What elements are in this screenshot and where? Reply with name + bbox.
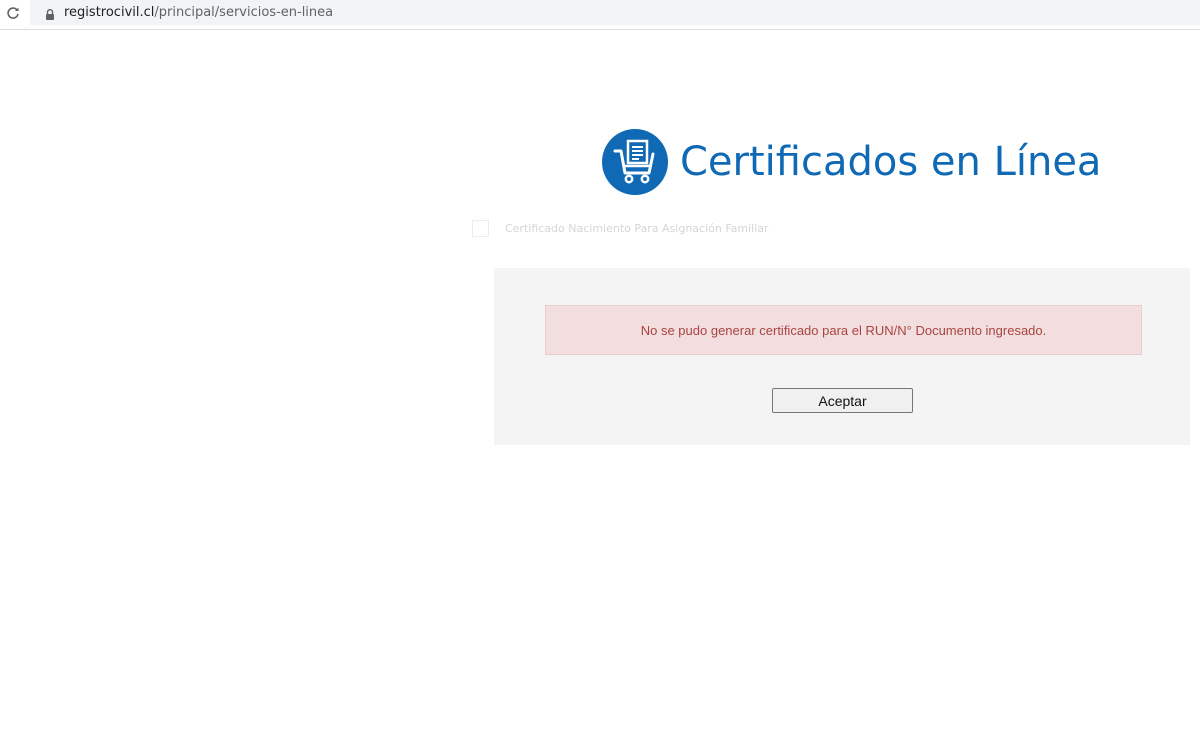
page-title: Certificados en Línea	[680, 139, 1102, 185]
url-domain: registrocivil.cl	[64, 5, 155, 20]
certificate-checkbox[interactable]	[472, 220, 489, 237]
error-message: No se pudo generar certificado para el R…	[640, 322, 1047, 338]
reload-icon[interactable]	[4, 4, 22, 22]
page-header: Certificados en Línea	[602, 129, 1101, 195]
browser-toolbar: registrocivil.cl/principal/servicios-en-…	[0, 0, 1200, 30]
shopping-cart-document-icon	[602, 129, 668, 195]
accept-button[interactable]: Aceptar	[772, 388, 913, 413]
address-bar[interactable]: registrocivil.cl/principal/servicios-en-…	[30, 0, 1200, 25]
error-alert: No se pudo generar certificado para el R…	[545, 305, 1142, 355]
error-dialog: No se pudo generar certificado para el R…	[494, 268, 1190, 445]
certificate-option: Certificado Nacimiento Para Asignación F…	[472, 220, 769, 237]
url-text: registrocivil.cl/principal/servicios-en-…	[64, 5, 333, 20]
url-path: /principal/servicios-en-linea	[154, 5, 334, 20]
lock-icon	[45, 7, 55, 20]
certificate-label: Certificado Nacimiento Para Asignación F…	[505, 222, 769, 235]
